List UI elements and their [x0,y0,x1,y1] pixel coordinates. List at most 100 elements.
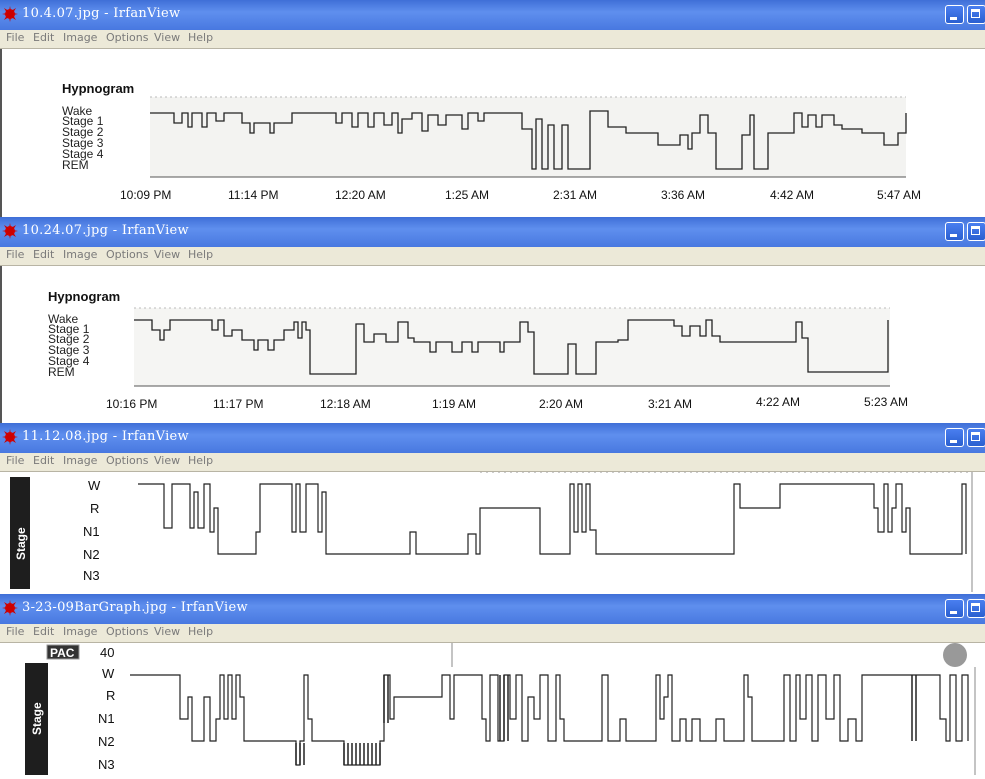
menu-help[interactable]: Help [188,454,213,467]
menu-image[interactable]: Image [63,248,97,261]
time-label-3: 1:25 AM [445,188,489,202]
time-label-7: 5:47 AM [877,188,921,202]
pac-value: 40 [100,645,114,660]
stage-label-r: R [106,688,115,703]
time-label-4: 2:31 AM [553,188,597,202]
irfanview-icon [2,223,18,239]
stage-label-n2: N2 [98,734,115,749]
hypnogram-3: Stage W R N1 N2 N3 [10,472,973,592]
irfanview-icon [2,6,18,22]
time-label-3: 1:19 AM [432,397,476,411]
menu-help[interactable]: Help [188,31,213,44]
stage-label-rem: REM [48,365,75,379]
stage-label-n1: N1 [83,524,100,539]
dense-marks-2 [383,675,917,741]
menu-help[interactable]: Help [188,248,213,261]
time-label-0: 10:16 PM [106,397,157,411]
time-label-2: 12:20 AM [335,188,386,202]
menu-bar: File Edit Image Options View Help [0,624,985,643]
window-title: 11.12.08.jpg - IrfanView [22,429,189,444]
marker-dot [943,643,967,667]
stage-label-rem: REM [62,158,89,172]
stage-label-n1: N1 [98,711,115,726]
time-label-6: 4:42 AM [770,188,814,202]
axis-label: Stage [30,702,44,735]
menu-edit[interactable]: Edit [33,625,54,638]
menu-view[interactable]: View [154,31,180,44]
menu-edit[interactable]: Edit [33,31,54,44]
menu-edit[interactable]: Edit [33,248,54,261]
plot-title: Hypnogram [48,289,120,304]
title-bar[interactable]: 10.24.07.jpg - IrfanView [0,217,985,247]
menu-view[interactable]: View [154,454,180,467]
window-title: 10.4.07.jpg - IrfanView [22,6,181,21]
stage-label-n3: N3 [83,568,100,583]
image-canvas: PAC 40 Stage W R N1 N2 N3 [0,643,985,779]
time-label-6: 4:22 AM [756,395,800,409]
stage-label-w: W [88,478,101,493]
image-canvas: Hypnogram Wake Stage 1 Stage 2 Stage 3 S… [0,49,985,217]
stage-label-r: R [90,501,99,516]
window-title: 3-23-09BarGraph.jpg - IrfanView [22,600,248,615]
menu-file[interactable]: File [6,454,24,467]
window-3: 11.12.08.jpg - IrfanView File Edit Image… [0,423,985,594]
title-bar[interactable]: 3-23-09BarGraph.jpg - IrfanView [0,594,985,624]
menu-image[interactable]: Image [63,31,97,44]
title-bar[interactable]: 10.4.07.jpg - IrfanView [0,0,985,30]
hypnogram-2: Hypnogram Wake Stage 1 Stage 2 Stage 3 S… [48,289,908,411]
hypnogram-line [130,674,969,766]
menu-file[interactable]: File [6,248,24,261]
time-label-4: 2:20 AM [539,397,583,411]
hypnogram-1: Hypnogram Wake Stage 1 Stage 2 Stage 3 S… [62,81,921,202]
window-2: 10.24.07.jpg - IrfanView File Edit Image… [0,217,985,423]
plot-title: Hypnogram [62,81,134,96]
maximize-button[interactable] [967,222,985,241]
menu-bar: File Edit Image Options View Help [0,453,985,472]
menu-help[interactable]: Help [188,625,213,638]
minimize-button[interactable] [945,5,964,24]
time-label-5: 3:21 AM [648,397,692,411]
menu-bar: File Edit Image Options View Help [0,30,985,49]
window-title: 10.24.07.jpg - IrfanView [22,223,189,238]
pac-label: PAC [50,646,75,660]
menu-options[interactable]: Options [106,625,148,638]
menu-file[interactable]: File [6,31,24,44]
time-label-1: 11:17 PM [213,397,263,411]
axis-label: Stage [14,527,28,560]
title-bar[interactable]: 11.12.08.jpg - IrfanView [0,423,985,453]
minimize-button[interactable] [945,222,964,241]
irfanview-icon [2,600,18,616]
hypnogram-line [138,483,967,555]
time-label-0: 10:09 PM [120,188,171,202]
menu-view[interactable]: View [154,625,180,638]
image-canvas: Stage W R N1 N2 N3 [0,472,985,594]
menu-view[interactable]: View [154,248,180,261]
stage-label-n2: N2 [83,547,100,562]
menu-file[interactable]: File [6,625,24,638]
stage-label-w: W [102,666,115,681]
maximize-button[interactable] [967,428,985,447]
hypnogram-4: PAC 40 Stage W R N1 N2 N3 [25,643,976,775]
menu-edit[interactable]: Edit [33,454,54,467]
menu-options[interactable]: Options [106,248,148,261]
minimize-button[interactable] [945,428,964,447]
menu-options[interactable]: Options [106,31,148,44]
maximize-button[interactable] [967,5,985,24]
time-label-1: 11:14 PM [228,188,278,202]
plot-background [150,97,906,177]
window-4: 3-23-09BarGraph.jpg - IrfanView File Edi… [0,594,985,779]
dense-marks-1 [295,743,381,765]
irfanview-icon [2,429,18,445]
time-label-7: 5:23 AM [864,395,908,409]
maximize-button[interactable] [967,599,985,618]
plot-background [134,308,890,386]
time-label-5: 3:36 AM [661,188,705,202]
minimize-button[interactable] [945,599,964,618]
menu-options[interactable]: Options [106,454,148,467]
window-1: 10.4.07.jpg - IrfanView File Edit Image … [0,0,985,217]
stage-label-n3: N3 [98,757,115,772]
menu-bar: File Edit Image Options View Help [0,247,985,266]
menu-image[interactable]: Image [63,454,97,467]
menu-image[interactable]: Image [63,625,97,638]
image-canvas: Hypnogram Wake Stage 1 Stage 2 Stage 3 S… [0,266,985,423]
